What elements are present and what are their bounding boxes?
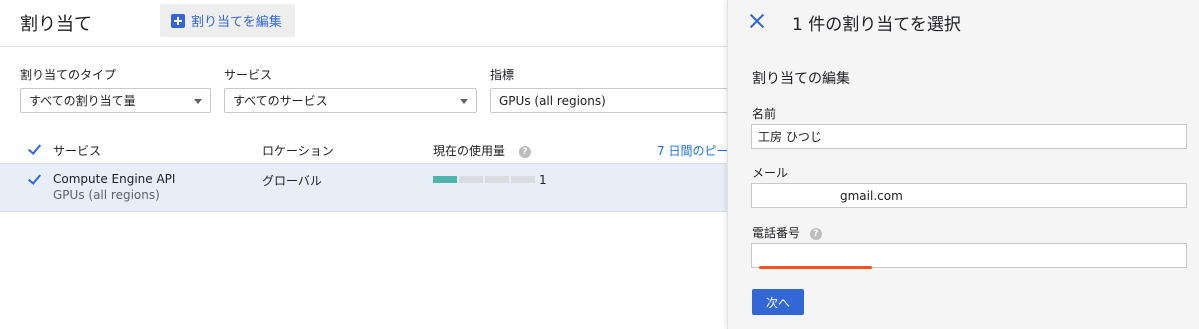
phone-label-text: 電話番号 bbox=[752, 226, 801, 240]
table-header: サービス ロケーション 現在の使用量 ? 7 日間のピー bbox=[0, 134, 727, 164]
panel-title: 1 件の割り当てを選択 bbox=[792, 15, 961, 35]
column-7day-peak[interactable]: 7 日間のピー bbox=[657, 142, 727, 159]
column-current-usage-label: 現在の使用量 bbox=[433, 144, 506, 158]
row-location: グローバル bbox=[262, 174, 322, 188]
row-service: Compute Engine API bbox=[53, 172, 176, 186]
quota-type-value: すべての割り当て量 bbox=[29, 94, 136, 108]
metric-filter-label: 指標 bbox=[490, 68, 515, 82]
edit-quotas-button[interactable]: 割り当てを編集 bbox=[160, 4, 295, 37]
edit-quota-panel: 1 件の割り当てを選択 割り当ての編集 名前 メール 電話番号 ? 次へ bbox=[727, 0, 1199, 329]
next-button[interactable]: 次へ bbox=[752, 289, 804, 315]
email-field[interactable] bbox=[751, 183, 1187, 208]
metric-filter-value: GPUs (all regions) bbox=[499, 93, 606, 108]
column-location: ロケーション bbox=[262, 144, 334, 158]
usage-segment bbox=[459, 176, 483, 183]
email-label: メール bbox=[752, 166, 789, 180]
quota-type-label: 割り当てのタイプ bbox=[20, 68, 117, 82]
name-field[interactable] bbox=[751, 124, 1187, 149]
row-usage-value: 1 bbox=[539, 173, 547, 187]
usage-bar bbox=[433, 176, 535, 183]
name-label: 名前 bbox=[752, 107, 777, 121]
section-title: 割り当ての編集 bbox=[752, 71, 850, 87]
panel-header: 1 件の割り当てを選択 bbox=[728, 0, 1199, 42]
metric-filter-select[interactable]: GPUs (all regions) bbox=[490, 88, 727, 113]
help-icon[interactable]: ? bbox=[809, 227, 822, 240]
phone-label: 電話番号 ? bbox=[752, 224, 822, 241]
service-filter-select[interactable]: すべてのサービス bbox=[224, 88, 477, 113]
top-bar: 割り当て 割り当てを編集 bbox=[0, 0, 727, 47]
table-row[interactable]: Compute Engine API GPUs (all regions) グロ… bbox=[0, 164, 727, 212]
usage-segment bbox=[511, 176, 535, 183]
edit-quotas-label: 割り当てを編集 bbox=[191, 15, 282, 30]
quotas-main: 割り当て 割り当てを編集 割り当てのタイプ すべての割り当て量 サービス すべて… bbox=[0, 0, 727, 329]
usage-segment bbox=[433, 176, 457, 183]
help-icon[interactable]: ? bbox=[518, 145, 531, 158]
service-filter-label: サービス bbox=[224, 68, 273, 82]
row-checkbox[interactable] bbox=[28, 174, 41, 184]
service-filter-value: すべてのサービス bbox=[233, 94, 328, 108]
quota-type-select[interactable]: すべての割り当て量 bbox=[20, 88, 211, 113]
close-icon[interactable] bbox=[748, 12, 766, 30]
redaction-mark bbox=[759, 266, 872, 269]
page-title: 割り当て bbox=[20, 14, 92, 35]
row-metric: GPUs (all regions) bbox=[53, 188, 160, 202]
plus-icon bbox=[171, 13, 185, 28]
select-all-checkbox[interactable] bbox=[28, 144, 41, 154]
chevron-down-icon bbox=[194, 99, 202, 104]
column-service: サービス bbox=[53, 144, 102, 158]
phone-field[interactable] bbox=[751, 243, 1187, 268]
usage-segment bbox=[485, 176, 509, 183]
chevron-down-icon bbox=[460, 99, 468, 104]
column-current-usage: 現在の使用量 ? bbox=[433, 142, 531, 159]
